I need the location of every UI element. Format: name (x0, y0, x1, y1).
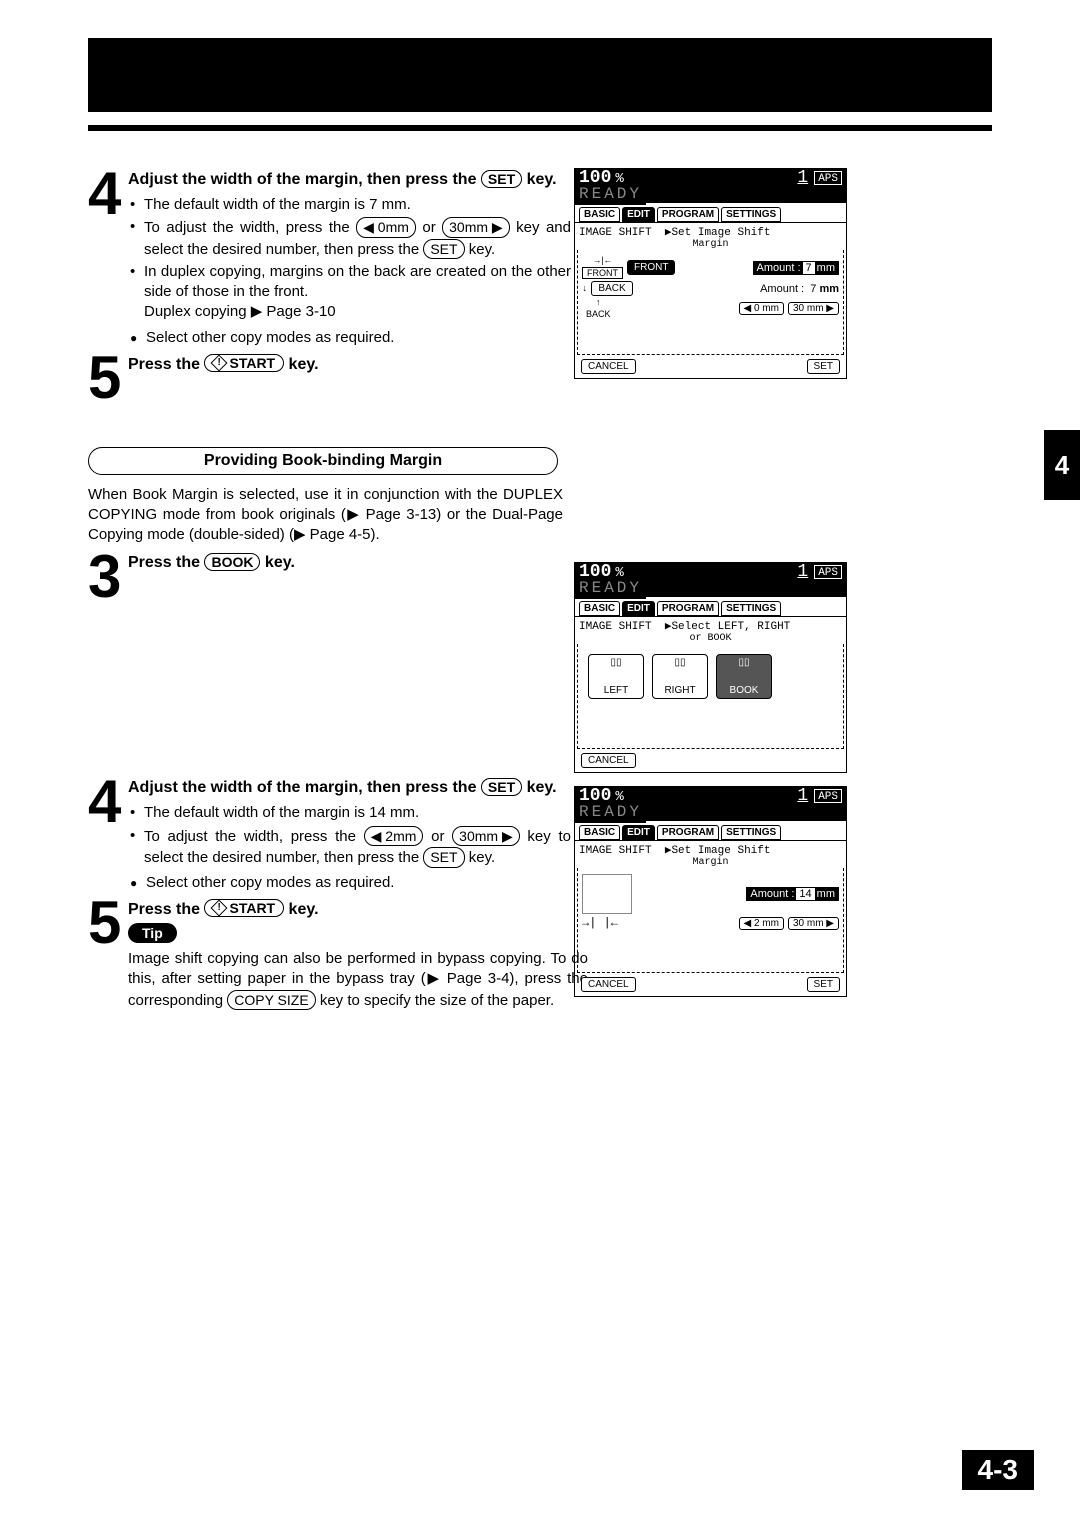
subheading: Providing Book-binding Margin (88, 447, 558, 475)
book-key: BOOK (204, 553, 260, 571)
copies: 1 (795, 169, 810, 203)
breadcrumb: IMAGE SHIFT (579, 845, 652, 857)
tab-settings[interactable]: SETTINGS (721, 825, 781, 840)
bullet: To adjust the width, press the ◀ 0mm or … (130, 217, 571, 260)
tab-program[interactable]: PROGRAM (657, 207, 719, 222)
step-4b: 4 Adjust the width of the margin, then p… (88, 776, 994, 891)
back-button[interactable]: BACK (591, 281, 632, 296)
opt-book[interactable]: ▯▯BOOK (716, 654, 772, 699)
step-title: Adjust the width of the margin, then pre… (128, 778, 571, 797)
aps-badge: APS (814, 565, 842, 579)
step-5b: 5 Press the START key. Tip Image shift c… (88, 897, 994, 1017)
copies: 1 (795, 563, 810, 597)
inc-key: 30mm ▶ (452, 826, 520, 847)
breadcrumb: IMAGE SHIFT (579, 621, 652, 633)
tab-program[interactable]: PROGRAM (657, 825, 719, 840)
set-key: SET (481, 170, 522, 188)
note: Select other copy modes as required. (130, 329, 571, 346)
set-key: SET (423, 847, 464, 868)
step-number: 3 (88, 551, 126, 602)
set-key: SET (481, 778, 522, 796)
aps-badge: APS (814, 171, 842, 185)
amount-front: Amount :7mm (753, 261, 839, 275)
chapter-tab: 4 (1044, 430, 1080, 500)
bullet: In duplex copying, margins on the back a… (130, 262, 571, 323)
tab-edit[interactable]: EDIT (622, 207, 655, 222)
copies: 1 (795, 787, 810, 821)
tab-program[interactable]: PROGRAM (657, 601, 719, 616)
sub-breadcrumb: Margin (575, 857, 846, 868)
tab-basic[interactable]: BASIC (579, 825, 620, 840)
note: Select other copy modes as required. (130, 874, 571, 891)
status-ready: READY (575, 579, 646, 599)
opt-left[interactable]: ▯▯LEFT (588, 654, 644, 699)
tab-edit[interactable]: EDIT (622, 825, 655, 840)
step-title: Press the START key. (128, 899, 571, 919)
diamond-icon (211, 354, 228, 371)
tip-badge: Tip (128, 923, 177, 943)
start-key: START (204, 354, 284, 372)
step-title: Press the BOOK key. (128, 553, 571, 572)
tip-text: Image shift copying can also be performe… (128, 949, 588, 1011)
front-button[interactable]: FRONT (627, 260, 675, 275)
status-ready: READY (575, 803, 646, 823)
sub-breadcrumb: Margin (575, 239, 846, 250)
amount: Amount :14mm (746, 887, 839, 901)
lcd-figure-2: 100 % READY 1 APS BASIC EDIT PROGRAM SET… (574, 562, 847, 773)
step-5a: 5 Press the START key. (88, 352, 994, 403)
set-button[interactable]: SET (807, 359, 840, 374)
step-number: 4 (88, 168, 126, 219)
bullet: To adjust the width, press the ◀ 2mm or … (130, 826, 571, 869)
sub-breadcrumb: or BOOK (575, 633, 846, 644)
dec-key: ◀ 2mm (364, 826, 424, 847)
inc-key: 30mm ▶ (442, 217, 510, 238)
dec-key: ◀ 0mm (356, 217, 416, 238)
cancel-button[interactable]: CANCEL (581, 753, 636, 768)
tab-settings[interactable]: SETTINGS (721, 207, 781, 222)
paragraph: When Book Margin is selected, use it in … (88, 485, 563, 546)
step-number: 5 (88, 352, 126, 403)
opt-right[interactable]: ▯▯RIGHT (652, 654, 708, 699)
start-key: START (204, 899, 284, 917)
set-key: SET (423, 239, 464, 260)
diamond-icon (211, 900, 228, 917)
status-ready: READY (575, 185, 646, 205)
step-number: 5 (88, 897, 126, 948)
dec-button[interactable]: ◀ 0 mm (739, 302, 784, 315)
book-icon (582, 874, 632, 914)
step-number: 4 (88, 776, 126, 827)
top-black-band (88, 38, 992, 112)
horizontal-rule (88, 125, 992, 131)
tab-basic[interactable]: BASIC (579, 207, 620, 222)
bullet: The default width of the margin is 7 mm. (130, 195, 571, 215)
step-4a: 4 Adjust the width of the margin, then p… (88, 168, 994, 346)
cancel-button[interactable]: CANCEL (581, 359, 636, 374)
page-number: 4-3 (962, 1450, 1034, 1490)
dec-button[interactable]: ◀ 2 mm (739, 917, 784, 930)
set-button[interactable]: SET (807, 977, 840, 992)
lcd-figure-1: 100 % READY 1 APS BASIC EDIT PROGRAM SET… (574, 168, 847, 379)
inc-button[interactable]: 30 mm ▶ (788, 917, 839, 930)
step-title: Adjust the width of the margin, then pre… (128, 170, 571, 189)
copy-size-key: COPY SIZE (227, 990, 315, 1011)
inc-button[interactable]: 30 mm ▶ (788, 302, 839, 315)
tab-edit[interactable]: EDIT (622, 601, 655, 616)
aps-badge: APS (814, 789, 842, 803)
breadcrumb: IMAGE SHIFT (579, 227, 652, 239)
tab-basic[interactable]: BASIC (579, 601, 620, 616)
bullet: The default width of the margin is 14 mm… (130, 803, 571, 823)
cancel-button[interactable]: CANCEL (581, 977, 636, 992)
lcd-figure-3: 100 % READY 1 APS BASIC EDIT PROGRAM SET… (574, 786, 847, 997)
tab-settings[interactable]: SETTINGS (721, 601, 781, 616)
step-title: Press the START key. (128, 354, 571, 374)
step-3b: 3 Press the BOOK key. (88, 551, 994, 602)
